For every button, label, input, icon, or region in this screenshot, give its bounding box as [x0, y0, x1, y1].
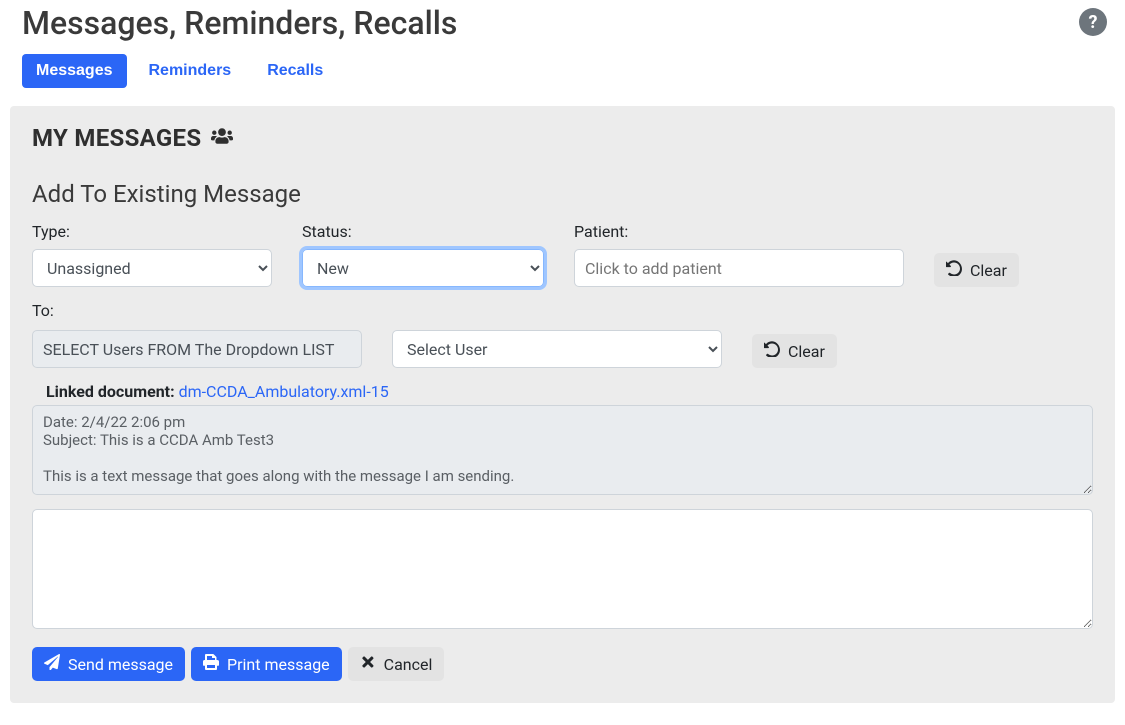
page-title: Messages, Reminders, Recalls [22, 4, 457, 42]
send-message-button[interactable]: Send message [32, 647, 185, 681]
status-select[interactable]: New [302, 249, 544, 287]
header-row: Messages, Reminders, Recalls ? [0, 0, 1125, 54]
clear-user-button[interactable]: Clear [752, 334, 837, 368]
message-compose[interactable] [32, 509, 1093, 629]
tab-recalls[interactable]: Recalls [253, 54, 337, 88]
group-icon [211, 127, 233, 149]
patient-label: Patient: [574, 222, 904, 241]
to-input[interactable] [32, 330, 362, 368]
tab-reminders[interactable]: Reminders [135, 54, 246, 88]
send-icon [44, 654, 60, 674]
section-title: MY MESSAGES [32, 124, 201, 152]
clear-patient-label: Clear [970, 261, 1007, 280]
section-title-row: MY MESSAGES [32, 124, 1093, 152]
action-row: Send message Print message Cancel [32, 647, 1093, 681]
messages-page: Messages, Reminders, Recalls ? Messages … [0, 0, 1125, 723]
field-patient: Patient: [574, 222, 904, 287]
send-label: Send message [68, 655, 173, 674]
print-label: Print message [227, 655, 330, 674]
type-label: Type: [32, 222, 272, 241]
close-icon [360, 654, 376, 674]
field-status: Status: New [302, 222, 544, 287]
cancel-button[interactable]: Cancel [348, 647, 445, 681]
row-type-status-patient: Type: Unassigned Status: New Patient: Cl [32, 222, 1093, 287]
tab-messages[interactable]: Messages [22, 54, 127, 88]
main-panel: MY MESSAGES Add To Existing Message Type… [10, 106, 1115, 703]
patient-input[interactable] [574, 249, 904, 287]
section-subtitle: Add To Existing Message [32, 180, 1093, 208]
linked-document-row: Linked document: dm-CCDA_Ambulatory.xml-… [46, 382, 1093, 401]
help-icon[interactable]: ? [1079, 8, 1107, 36]
field-to-label: To: [32, 301, 1093, 320]
undo-icon [946, 260, 962, 280]
print-icon [203, 654, 219, 674]
linked-doc-label: Linked document: [46, 382, 175, 401]
to-label: To: [32, 301, 1093, 320]
field-type: Type: Unassigned [32, 222, 272, 287]
status-label: Status: [302, 222, 544, 241]
clear-patient-button[interactable]: Clear [934, 253, 1019, 287]
row-to-user: Select User Clear [32, 330, 1093, 368]
linked-doc-link[interactable]: dm-CCDA_Ambulatory.xml-15 [179, 382, 389, 401]
user-select[interactable]: Select User [392, 330, 722, 368]
print-message-button[interactable]: Print message [191, 647, 342, 681]
clear-user-label: Clear [788, 342, 825, 361]
message-display[interactable] [32, 405, 1093, 495]
type-select[interactable]: Unassigned [32, 249, 272, 287]
undo-icon [764, 341, 780, 361]
cancel-label: Cancel [384, 655, 433, 674]
tab-bar: Messages Reminders Recalls [22, 54, 1125, 88]
